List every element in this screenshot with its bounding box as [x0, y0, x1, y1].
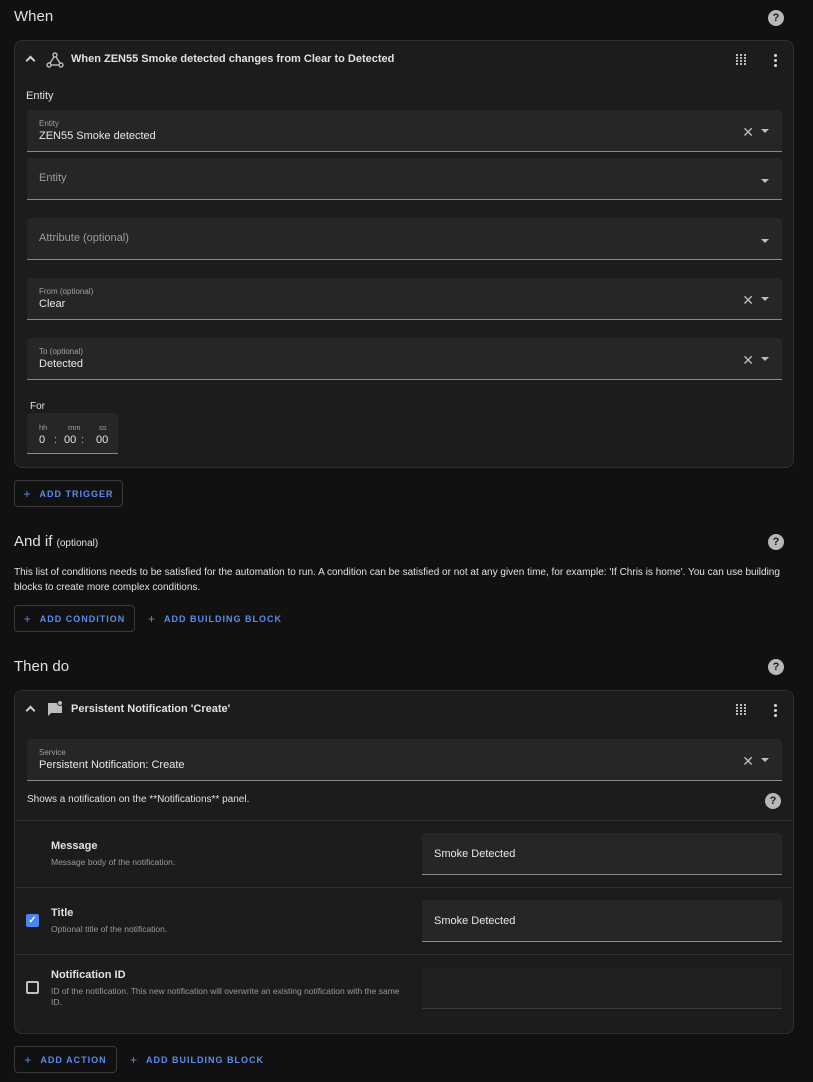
- when-section-title: When: [14, 8, 54, 25]
- then-do-section-title: Then do: [14, 658, 70, 675]
- divider: [15, 887, 793, 888]
- entity-section-label: Entity: [26, 90, 54, 102]
- add-action-label: ADD ACTION: [40, 1054, 107, 1065]
- message-param-description: Message body of the notification.: [51, 857, 176, 867]
- attribute-label: Attribute (optional): [39, 232, 129, 244]
- trigger-card-header[interactable]: When ZEN55 Smoke detected changes from C…: [15, 41, 793, 79]
- plus-icon: +: [23, 486, 32, 501]
- message-input[interactable]: Smoke Detected: [422, 833, 782, 875]
- notification-id-param-title: Notification ID: [51, 969, 126, 981]
- title-param-description: Optional title of the notification.: [51, 924, 168, 934]
- minutes-field[interactable]: 00: [64, 434, 76, 446]
- action-header-title: Persistent Notification 'Create': [71, 703, 231, 715]
- more-options-icon[interactable]: [771, 54, 779, 67]
- to-select[interactable]: To (optional) Detected ✕: [27, 338, 782, 380]
- action-card-header[interactable]: Persistent Notification 'Create': [15, 691, 793, 729]
- collapse-icon[interactable]: [25, 705, 36, 716]
- dropdown-arrow-icon[interactable]: [761, 239, 769, 243]
- action-card: Persistent Notification 'Create' Service…: [14, 690, 794, 1034]
- to-label: To (optional): [39, 347, 84, 356]
- add-condition-label: ADD CONDITION: [39, 613, 126, 624]
- notification-id-param-description: ID of the notification. This new notific…: [51, 986, 400, 1007]
- plus-icon: +: [24, 1052, 33, 1067]
- duration-separator: :: [81, 434, 85, 446]
- entity-select[interactable]: Entity ZEN55 Smoke detected ✕: [27, 110, 782, 152]
- then-do-help-icon[interactable]: ?: [768, 659, 784, 675]
- duration-separator: :: [54, 434, 58, 446]
- add-action-building-block-label: ADD BUILDING BLOCK: [146, 1055, 265, 1065]
- dropdown-arrow-icon[interactable]: [761, 179, 769, 183]
- for-label: For: [30, 401, 45, 412]
- clear-icon[interactable]: ✕: [742, 353, 754, 367]
- and-if-description: This list of conditions needs to be sati…: [14, 567, 780, 593]
- and-if-help-icon[interactable]: ?: [768, 534, 784, 550]
- title-checkbox[interactable]: ✓: [26, 914, 39, 927]
- add-condition-button[interactable]: + ADD CONDITION: [14, 605, 135, 632]
- notification-id-input[interactable]: [422, 967, 782, 1009]
- and-if-optional: (optional): [56, 538, 99, 549]
- divider: [15, 820, 793, 821]
- ss-label: ss: [99, 423, 107, 432]
- trigger-card: When ZEN55 Smoke detected changes from C…: [14, 40, 794, 468]
- add-trigger-button[interactable]: + ADD TRIGGER: [14, 480, 123, 507]
- title-input[interactable]: Smoke Detected: [422, 900, 782, 942]
- service-label: Service: [39, 748, 66, 757]
- clear-icon[interactable]: ✕: [742, 754, 754, 768]
- message-param-title: Message: [51, 840, 98, 852]
- when-help-icon[interactable]: ?: [768, 10, 784, 26]
- collapse-icon[interactable]: [25, 55, 36, 66]
- add-action-button[interactable]: + ADD ACTION: [14, 1046, 117, 1073]
- to-value: Detected: [39, 358, 84, 370]
- more-options-icon[interactable]: [771, 704, 779, 717]
- dropdown-arrow-icon[interactable]: [761, 357, 769, 361]
- entity-select-value: ZEN55 Smoke detected: [39, 130, 156, 142]
- plus-icon: +: [148, 612, 157, 626]
- and-if-title: And if: [14, 533, 53, 550]
- clear-icon[interactable]: ✕: [742, 125, 754, 139]
- notification-icon: [48, 700, 63, 716]
- service-help-icon[interactable]: ?: [765, 793, 781, 809]
- add-building-block-button[interactable]: + ADD BUILDING BLOCK: [148, 611, 282, 627]
- from-value: Clear: [39, 298, 66, 310]
- add-trigger-label: ADD TRIGGER: [39, 488, 114, 499]
- entity-add-label: Entity: [39, 172, 67, 184]
- clear-icon[interactable]: ✕: [742, 293, 754, 307]
- from-label: From (optional): [39, 287, 94, 296]
- drag-handle-icon[interactable]: [736, 54, 747, 65]
- title-input-value: Smoke Detected: [434, 915, 516, 927]
- dropdown-arrow-icon[interactable]: [761, 758, 769, 762]
- service-value: Persistent Notification: Create: [39, 759, 185, 771]
- plus-icon: +: [130, 1053, 139, 1067]
- seconds-field[interactable]: 00: [96, 434, 108, 446]
- plus-icon: +: [23, 611, 32, 626]
- trigger-state-icon: [46, 52, 64, 68]
- add-action-building-block-button[interactable]: + ADD BUILDING BLOCK: [130, 1052, 264, 1068]
- service-select[interactable]: Service Persistent Notification: Create …: [27, 739, 782, 781]
- message-input-value: Smoke Detected: [434, 848, 516, 860]
- duration-input[interactable]: hh mm ss 0 : 00 : 00: [27, 413, 118, 454]
- service-description: Shows a notification on the **Notificati…: [27, 794, 250, 805]
- divider: [15, 954, 793, 955]
- attribute-select[interactable]: Attribute (optional): [27, 218, 782, 260]
- trigger-header-title: When ZEN55 Smoke detected changes from C…: [71, 53, 395, 65]
- title-param-title: Title: [51, 907, 74, 919]
- entity-select-label: Entity: [39, 119, 60, 128]
- hh-label: hh: [39, 423, 48, 432]
- drag-handle-icon[interactable]: [736, 704, 747, 715]
- dropdown-arrow-icon[interactable]: [761, 129, 769, 133]
- and-if-section-title: And if (optional): [14, 533, 98, 550]
- hours-field[interactable]: 0: [39, 434, 45, 446]
- notification-id-checkbox[interactable]: [26, 981, 39, 994]
- dropdown-arrow-icon[interactable]: [761, 297, 769, 301]
- from-select[interactable]: From (optional) Clear ✕: [27, 278, 782, 320]
- add-building-block-label: ADD BUILDING BLOCK: [164, 614, 283, 624]
- entity-add-select[interactable]: Entity: [27, 158, 782, 200]
- mm-label: mm: [68, 423, 81, 432]
